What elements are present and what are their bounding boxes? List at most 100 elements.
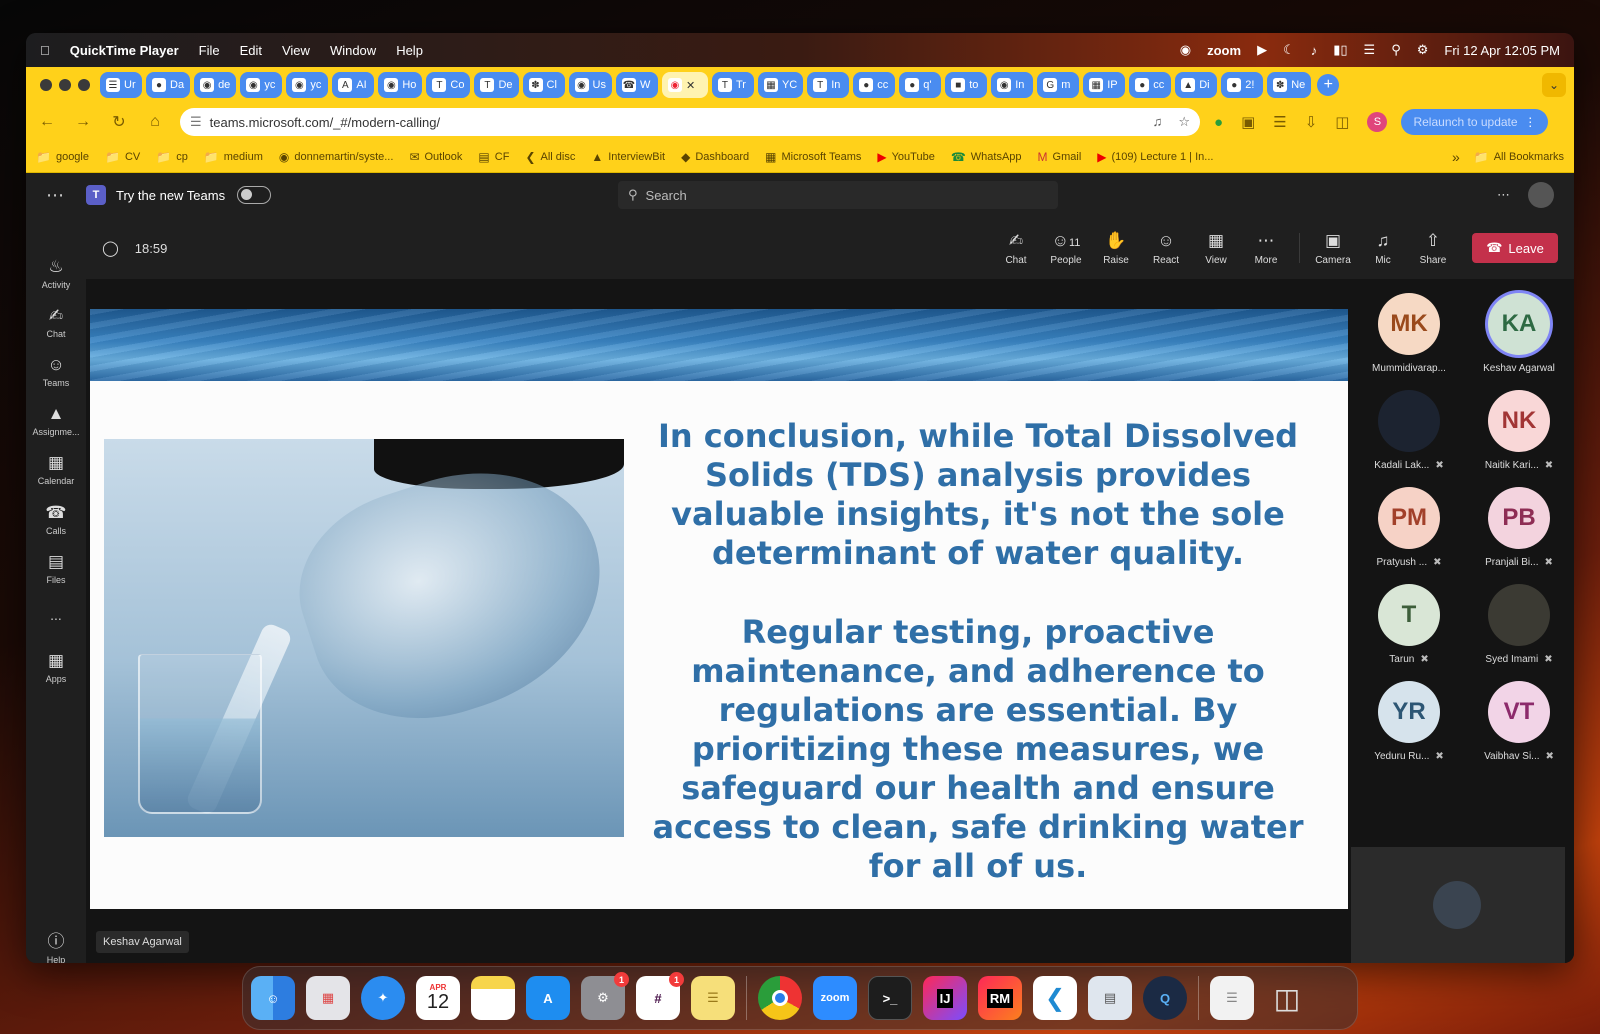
spotlight-icon[interactable]: ⚲ (1391, 42, 1401, 58)
chat-button[interactable]: ✍ Chat (991, 231, 1041, 266)
new-tab-button[interactable]: + (1317, 74, 1340, 96)
participant-tile[interactable]: KA Keshav Agarwal (1464, 293, 1574, 374)
apple-icon[interactable]:  (40, 43, 50, 58)
notes-icon[interactable] (471, 976, 515, 1020)
zoom-status-label[interactable]: zoom (1207, 43, 1241, 58)
rail-more[interactable]: ... (26, 607, 86, 623)
browser-tab[interactable]: ◉ yc (240, 72, 283, 98)
bookmark-item[interactable]: 📁 medium (204, 150, 263, 164)
browser-tab[interactable]: ✽ Ne (1267, 72, 1312, 98)
download-icon[interactable]: ⇩ (1305, 113, 1318, 131)
rubymine-icon[interactable]: RM (978, 976, 1022, 1020)
bookmark-item[interactable]: ✉ Outlook (409, 150, 462, 164)
browser-tab[interactable]: ▦ YC (757, 72, 804, 98)
view-button[interactable]: ▦ View (1191, 231, 1241, 266)
extension-icon[interactable]: ● (1214, 114, 1223, 131)
address-bar[interactable]: ☰ teams.microsoft.com/_#/modern-calling/… (180, 108, 1200, 136)
battery-icon[interactable]: ▮▯ (1333, 42, 1347, 58)
people-button[interactable]: ☺11 People (1041, 231, 1091, 266)
puzzle-icon[interactable]: ▣ (1241, 113, 1255, 131)
terminal-icon[interactable]: >_ (868, 976, 912, 1020)
minimize-window-button[interactable] (59, 79, 71, 91)
site-info-icon[interactable]: ☰ (190, 114, 202, 130)
back-icon[interactable]: ← (36, 111, 58, 133)
zoom-app-icon[interactable]: zoom (813, 976, 857, 1020)
bookmark-item[interactable]: ▲ InterviewBit (591, 150, 665, 164)
menu-edit[interactable]: Edit (240, 43, 262, 58)
browser-tab[interactable]: Gm (1037, 72, 1080, 98)
browser-tab[interactable]: T Tr (711, 72, 754, 98)
browser-tab[interactable]: ▦ IP (1083, 72, 1126, 98)
browser-tab[interactable]: T Co (426, 72, 471, 98)
raise-hand-button[interactable]: ✋ Raise (1091, 231, 1141, 266)
participant-tile[interactable]: YR Yeduru Ru... ✖ (1354, 681, 1464, 762)
participant-tile[interactable]: Syed Imami ✖ (1464, 584, 1574, 665)
rail-apps[interactable]: ▦ Apps (26, 651, 86, 684)
browser-tab[interactable]: ■ to (945, 72, 988, 98)
rail-chat[interactable]: ✍ Chat (26, 306, 86, 339)
wifi-icon[interactable]: ☰ (1364, 42, 1376, 58)
zoom-window-button[interactable] (78, 79, 90, 91)
app-name-menu[interactable]: QuickTime Player (70, 43, 179, 58)
participant-tile[interactable]: MK Mummidivarap... (1354, 293, 1464, 374)
calendar-app-icon[interactable]: APR 12 (416, 976, 460, 1020)
bookmark-item[interactable]: 📁 google (36, 150, 89, 164)
browser-tab[interactable]: ◉ Ho (378, 72, 423, 98)
browser-tab[interactable]: ● q' (899, 72, 942, 98)
browser-tab[interactable]: ☎ W (615, 72, 658, 98)
menu-window[interactable]: Window (330, 43, 376, 58)
reload-icon[interactable]: ↻ (108, 111, 130, 133)
browser-tab[interactable]: T De (474, 72, 519, 98)
rail-files[interactable]: ▤ Files (26, 552, 86, 585)
teams-search-input[interactable]: ⚲ Search (618, 181, 1058, 209)
quicktime-icon[interactable]: Q (1143, 976, 1187, 1020)
stickies-icon[interactable]: ☰ (691, 976, 735, 1020)
participant-tile[interactable]: PB Pranjali Bi... ✖ (1464, 487, 1574, 568)
all-bookmarks-item[interactable]: 📁 All Bookmarks (1474, 150, 1564, 164)
browser-tab[interactable]: ● cc (853, 72, 896, 98)
app-store-icon[interactable]: A (526, 976, 570, 1020)
record-icon[interactable]: ◉ (1180, 42, 1191, 58)
bookmark-item[interactable]: 📁 cp (156, 150, 188, 164)
user-avatar[interactable] (1528, 182, 1554, 208)
browser-tab[interactable]: ✽ Cl (522, 72, 565, 98)
mute-icon[interactable]: ♪ (1311, 43, 1318, 58)
vscode-icon[interactable]: ❮ (1033, 976, 1077, 1020)
browser-tab[interactable]: A AI (332, 72, 375, 98)
more-options-icon[interactable]: ⋯ (1497, 187, 1510, 203)
relaunch-to-update-button[interactable]: Relaunch to update ⋮ (1401, 109, 1549, 135)
self-view-tile[interactable] (1351, 847, 1565, 963)
browser-tab[interactable]: ◉ Us (568, 72, 612, 98)
moon-icon[interactable]: ☾ (1283, 42, 1295, 58)
kebab-menu-icon[interactable]: ⋮ (1524, 115, 1536, 129)
preview-icon[interactable]: ▤ (1088, 976, 1132, 1020)
microphone-icon[interactable]: ♫ (1153, 114, 1163, 130)
bookmark-item[interactable]: ▦ Microsoft Teams (765, 150, 861, 164)
rail-help[interactable]: ⓘ Help (26, 927, 86, 963)
participant-tile[interactable]: PM Pratyush ... ✖ (1354, 487, 1464, 568)
control-center-icon[interactable]: ⚙ (1417, 42, 1429, 58)
active-browser-tab[interactable]: ◉ ✕ (661, 72, 708, 98)
bookmark-item[interactable]: ▶ YouTube (877, 150, 934, 164)
participant-tile[interactable]: VT Vaibhav Si... ✖ (1464, 681, 1574, 762)
bookmark-item[interactable]: M Gmail (1038, 150, 1082, 164)
reading-list-icon[interactable]: ☰ (1273, 113, 1286, 131)
slack-icon[interactable]: #1 (636, 972, 684, 1020)
menubar-clock[interactable]: Fri 12 Apr 12:05 PM (1444, 43, 1560, 58)
intellij-icon[interactable]: IJ (923, 976, 967, 1020)
trash-icon[interactable]: ◫ (1265, 976, 1309, 1020)
finder-icon[interactable]: ☺ (251, 976, 295, 1020)
share-button[interactable]: ⇧ Share (1408, 231, 1458, 266)
url-text[interactable]: teams.microsoft.com/_#/modern-calling/ (210, 115, 440, 130)
more-button[interactable]: ⋯ More (1241, 231, 1291, 266)
menu-view[interactable]: View (282, 43, 310, 58)
menu-file[interactable]: File (199, 43, 220, 58)
document-icon[interactable]: ☰ (1210, 976, 1254, 1020)
leave-button[interactable]: ☎ Leave (1472, 233, 1558, 263)
browser-tab[interactable]: T In (807, 72, 850, 98)
browser-tab[interactable]: ● cc (1129, 72, 1172, 98)
tab-close-icon[interactable]: ✕ (686, 79, 695, 92)
close-window-button[interactable] (40, 79, 52, 91)
browser-tab[interactable]: ● Da (146, 72, 191, 98)
launchpad-icon[interactable]: ▦ (306, 976, 350, 1020)
